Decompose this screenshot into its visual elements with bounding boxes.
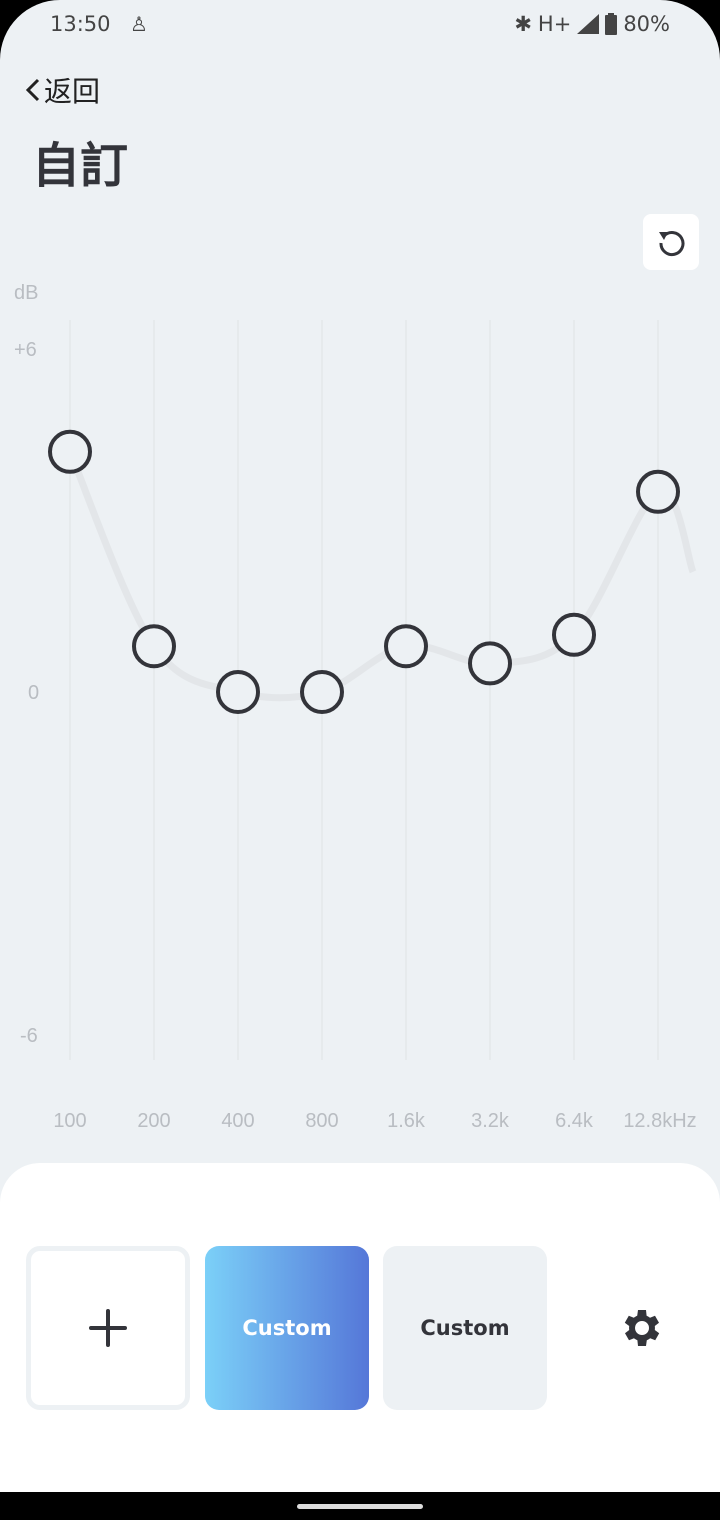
eq-knob-100[interactable] xyxy=(48,429,92,474)
bluetooth-icon: ✱ xyxy=(514,12,532,36)
reset-icon xyxy=(659,231,685,257)
x-tick-label: 800 xyxy=(305,1110,338,1132)
clock: 13:50 xyxy=(50,12,111,36)
screen: 13:50 ♙ ✱ H+ 80% 返回 自訂 dB +6 0 -6 100 200 400 8… xyxy=(0,0,720,1492)
x-tick-label: 100 xyxy=(53,1110,86,1132)
eq-knob-1.6k[interactable] xyxy=(384,624,428,669)
y-tick-label: +6 xyxy=(14,339,37,361)
eq-knob-800[interactable] xyxy=(300,670,344,714)
chevron-left-icon xyxy=(25,78,40,102)
status-bar: 13:50 ♙ ✱ H+ 80% xyxy=(0,12,720,42)
plus-icon xyxy=(89,1309,127,1347)
eq-chart[interactable]: dB +6 0 -6 100 200 400 800 1.6k 3.2k 6.4k 12.8kHz xyxy=(0,270,720,1150)
preset-custom-selected[interactable]: Custom xyxy=(205,1246,369,1410)
add-preset-button[interactable] xyxy=(26,1246,190,1410)
preset-custom[interactable]: Custom xyxy=(383,1246,547,1410)
x-tick-label: 6.4k xyxy=(555,1110,594,1132)
signal-icon xyxy=(577,14,600,34)
gear-icon[interactable] xyxy=(618,1304,666,1352)
x-tick-label: 400 xyxy=(221,1110,254,1132)
back-button[interactable]: 返回 xyxy=(24,70,100,110)
battery-level: 80% xyxy=(623,12,670,36)
x-tick-label: 12.8kHz xyxy=(623,1110,696,1132)
x-tick-label: 1.6k xyxy=(387,1110,426,1132)
battery-icon xyxy=(605,13,618,35)
x-tick-label: 200 xyxy=(137,1110,170,1132)
network-type: H+ xyxy=(537,12,572,36)
y-tick-label: -6 xyxy=(20,1025,38,1047)
notification-icon: ♙ xyxy=(130,12,148,36)
eq-knob-12.8kHz[interactable] xyxy=(636,469,680,514)
eq-knob-3.2k[interactable] xyxy=(468,641,512,686)
eq-knob-400[interactable] xyxy=(216,670,260,714)
y-tick-label: 0 xyxy=(28,682,39,704)
page-title: 自訂 xyxy=(32,138,129,194)
eq-knob-200[interactable] xyxy=(132,624,176,669)
x-tick-label: 3.2k xyxy=(471,1110,510,1132)
y-axis-label: dB xyxy=(14,282,38,304)
home-indicator[interactable] xyxy=(297,1504,423,1509)
back-label: 返回 xyxy=(44,75,101,108)
reset-button[interactable] xyxy=(643,214,699,270)
eq-knob-6.4k[interactable] xyxy=(552,612,596,657)
